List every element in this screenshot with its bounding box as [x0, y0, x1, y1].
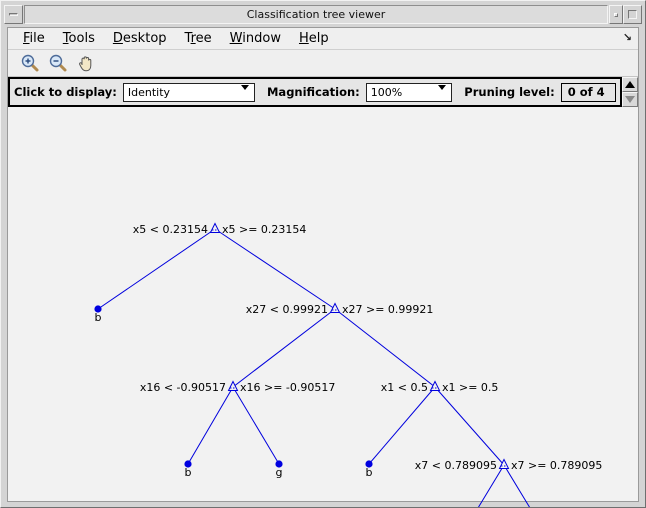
- control-box: Click to display: Identity Magnification…: [8, 77, 622, 107]
- tree-canvas[interactable]: x5 < 0.23154 x5 >= 0.23154 b x27 < 0.99921 x…: [8, 107, 638, 507]
- split-rule-right-label: x16 >= -0.90517: [240, 381, 335, 394]
- client-area: File Tools Desktop Tree Window Help ↘ Cl…: [7, 27, 639, 507]
- menu-window[interactable]: Window: [221, 29, 290, 48]
- minimize-dot-icon: [614, 12, 618, 17]
- pruning-down-button[interactable]: [622, 92, 638, 107]
- decision-node-marker[interactable]: [329, 302, 341, 313]
- dock-arrow-icon[interactable]: ↘: [623, 31, 632, 44]
- leaf-class-label: b: [95, 311, 102, 324]
- menu-tree[interactable]: Tree: [176, 29, 221, 48]
- maximize-square-icon: [628, 10, 637, 19]
- window-title: Classification tree viewer: [24, 5, 608, 24]
- window-menu-button[interactable]: [4, 5, 23, 24]
- split-rule-left-label: x7 < 0.789095: [415, 459, 497, 472]
- split-rule-right-label: x27 >= 0.99921: [342, 303, 433, 316]
- decision-node-marker[interactable]: [209, 222, 221, 233]
- pruning-level-value: 0 of 4: [567, 85, 605, 99]
- toolbar: [8, 50, 638, 77]
- classification-tree-viewer-window: Classification tree viewer File Tools De…: [0, 0, 646, 508]
- tree-edge: [334, 308, 436, 388]
- tree-edge: [214, 228, 336, 310]
- decision-node-marker[interactable]: [429, 380, 441, 391]
- title-bar: Classification tree viewer: [4, 4, 642, 25]
- magnification-value: 100%: [370, 85, 403, 99]
- click-to-display-dropdown[interactable]: Identity: [122, 82, 255, 103]
- split-rule-left-label: x1 < 0.5: [381, 381, 428, 394]
- pruning-level-field[interactable]: 0 of 4: [560, 82, 616, 102]
- zoom-in-icon[interactable]: [20, 53, 40, 73]
- magnification-label: Magnification:: [266, 85, 360, 99]
- split-rule-left-label: x27 < 0.99921: [246, 303, 328, 316]
- maximize-button[interactable]: [623, 5, 642, 24]
- arrow-down-icon: [625, 96, 635, 103]
- tree-edge: [97, 228, 216, 310]
- pruning-up-button[interactable]: [622, 77, 638, 92]
- decision-node-marker[interactable]: [227, 380, 239, 391]
- arrow-up-icon: [625, 81, 635, 88]
- click-to-display-label: Click to display:: [14, 85, 117, 99]
- window-menu-dash-icon: [9, 13, 18, 16]
- menu-help[interactable]: Help: [290, 29, 338, 48]
- pruning-level-label: Pruning level:: [464, 85, 555, 99]
- pan-hand-icon[interactable]: [76, 53, 96, 73]
- tree-edge: [232, 386, 280, 465]
- minimize-button[interactable]: [609, 5, 623, 24]
- chevron-down-icon: [240, 84, 250, 103]
- tree-diagram: x5 < 0.23154 x5 >= 0.23154 b x27 < 0.99921 x…: [94, 222, 602, 507]
- split-rule-left-label: x16 < -0.90517: [140, 381, 226, 394]
- menu-bar: File Tools Desktop Tree Window Help ↘: [8, 28, 638, 50]
- chevron-down-icon: [438, 84, 447, 103]
- split-rule-right-label: x5 >= 0.23154: [222, 223, 306, 236]
- split-rule-left-label: x5 < 0.23154: [133, 223, 208, 236]
- leaf-class-label: g: [276, 466, 283, 479]
- magnification-dropdown[interactable]: 100%: [365, 82, 453, 103]
- menu-file[interactable]: File: [14, 29, 54, 48]
- leaf-class-label: b: [185, 466, 192, 479]
- tree-edge: [368, 386, 436, 465]
- split-rule-right-label: x1 >= 0.5: [442, 381, 498, 394]
- click-to-display-value: Identity: [127, 85, 171, 99]
- tree-edge: [187, 386, 234, 465]
- leaf-class-label: b: [366, 466, 373, 479]
- split-rule-right-label: x7 >= 0.789095: [511, 459, 602, 472]
- control-bar: Click to display: Identity Magnification…: [8, 77, 638, 107]
- tree-edge: [232, 308, 336, 388]
- menu-desktop[interactable]: Desktop: [104, 29, 176, 48]
- pruning-level-spinner: [622, 77, 638, 107]
- menu-tools[interactable]: Tools: [54, 29, 104, 48]
- tree-edge: [434, 386, 505, 466]
- zoom-out-icon[interactable]: [48, 53, 68, 73]
